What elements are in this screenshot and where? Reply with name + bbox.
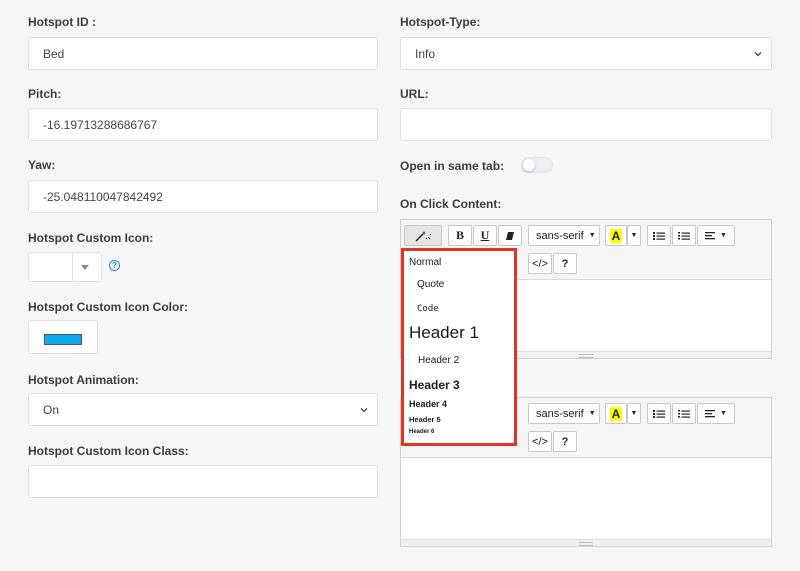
animation-label: Hotspot Animation: [28, 373, 139, 387]
code-view-button[interactable]: </> [528, 253, 552, 274]
highlight-dropdown[interactable]: ▼ [627, 225, 641, 246]
ordered-list-button[interactable] [672, 403, 696, 424]
chevron-down-icon [754, 51, 762, 56]
style-option-header-6[interactable]: Header 6 [409, 429, 434, 435]
font-name-dropdown[interactable]: sans-serif ▼ [528, 403, 600, 424]
yaw-label: Yaw: [28, 158, 56, 172]
chevron-down-icon[interactable] [81, 265, 89, 270]
font-name-value: sans-serif [536, 229, 584, 242]
caret-down-icon: ▼ [720, 232, 727, 239]
style-option-header-1[interactable]: Header 1 [409, 323, 479, 343]
hotspot-type-label: Hotspot-Type: [400, 15, 481, 29]
color-picker[interactable] [28, 320, 98, 354]
unordered-list-icon [653, 409, 665, 418]
hotspot-type-select[interactable]: Info [400, 37, 772, 70]
highlight-button[interactable]: A [605, 225, 627, 246]
caret-down-icon: ▼ [720, 410, 727, 417]
chevron-down-icon [360, 407, 368, 412]
style-option-header-4[interactable]: Header 4 [409, 399, 447, 409]
style-option-quote[interactable]: Quote [417, 279, 444, 290]
highlight-button[interactable]: A [605, 403, 627, 424]
icon-picker-divider [72, 253, 73, 281]
style-option-normal[interactable]: Normal [409, 257, 441, 268]
ordered-list-icon [678, 409, 690, 418]
unordered-list-button[interactable] [647, 403, 671, 424]
toggle-knob [523, 159, 535, 171]
unordered-list-icon [653, 231, 665, 240]
align-left-icon [705, 409, 716, 417]
caret-down-icon: ▼ [588, 232, 596, 239]
ordered-list-button[interactable] [672, 225, 696, 246]
custom-icon-class-label: Hotspot Custom Icon Class: [28, 444, 189, 458]
resize-handle[interactable] [401, 539, 771, 546]
font-name-dropdown[interactable]: sans-serif ▼ [528, 225, 600, 246]
ordered-list-icon [678, 231, 690, 240]
align-left-icon [705, 231, 716, 239]
hotspot-type-value: Info [415, 46, 436, 61]
style-dropdown-menu: Normal Quote Code Header 1 Header 2 Head… [401, 248, 517, 446]
url-input[interactable] [400, 108, 772, 141]
pitch-input[interactable]: -16.19713288686767 [28, 108, 378, 141]
highlight-letter: A [609, 406, 623, 421]
style-option-header-3[interactable]: Header 3 [409, 378, 460, 392]
animation-select[interactable]: On [28, 393, 378, 426]
style-button[interactable] [404, 225, 442, 246]
style-option-header-2[interactable]: Header 2 [418, 355, 459, 366]
caret-down-icon: ▼ [588, 410, 596, 417]
code-view-button[interactable]: </> [528, 431, 552, 452]
custom-icon-picker[interactable] [28, 252, 102, 282]
paragraph-align-button[interactable]: ▼ [697, 403, 735, 424]
highlight-dropdown[interactable]: ▼ [627, 403, 641, 424]
pitch-label: Pitch: [28, 87, 62, 101]
help-button[interactable]: ? [553, 431, 577, 452]
eraser-icon [506, 231, 514, 240]
help-icon[interactable]: ? [109, 260, 120, 271]
highlight-letter: A [609, 228, 623, 243]
color-swatch [44, 334, 82, 345]
animation-value: On [43, 402, 60, 417]
style-option-code[interactable]: Code [417, 304, 439, 314]
paragraph-align-button[interactable]: ▼ [697, 225, 735, 246]
custom-icon-label: Hotspot Custom Icon: [28, 231, 154, 245]
url-label: URL: [400, 87, 429, 101]
hotspot-id-label: Hotspot ID : [28, 15, 96, 29]
underline-button[interactable]: U [473, 225, 497, 246]
open-same-tab-toggle[interactable] [521, 157, 553, 173]
hotspot-id-input[interactable]: Bed [28, 37, 378, 70]
on-click-content-label: On Click Content: [400, 197, 502, 211]
style-option-header-5[interactable]: Header 5 [409, 415, 441, 424]
bold-button[interactable]: B [448, 225, 472, 246]
open-same-tab-label: Open in same tab: [400, 159, 505, 173]
custom-icon-class-input[interactable] [28, 465, 378, 498]
yaw-input[interactable]: -25.048110047842492 [28, 180, 378, 213]
unordered-list-button[interactable] [647, 225, 671, 246]
eraser-button[interactable] [498, 225, 522, 246]
custom-icon-color-label: Hotspot Custom Icon Color: [28, 300, 188, 314]
help-button[interactable]: ? [553, 253, 577, 274]
magic-wand-icon [415, 230, 432, 242]
font-name-value: sans-serif [536, 407, 584, 420]
